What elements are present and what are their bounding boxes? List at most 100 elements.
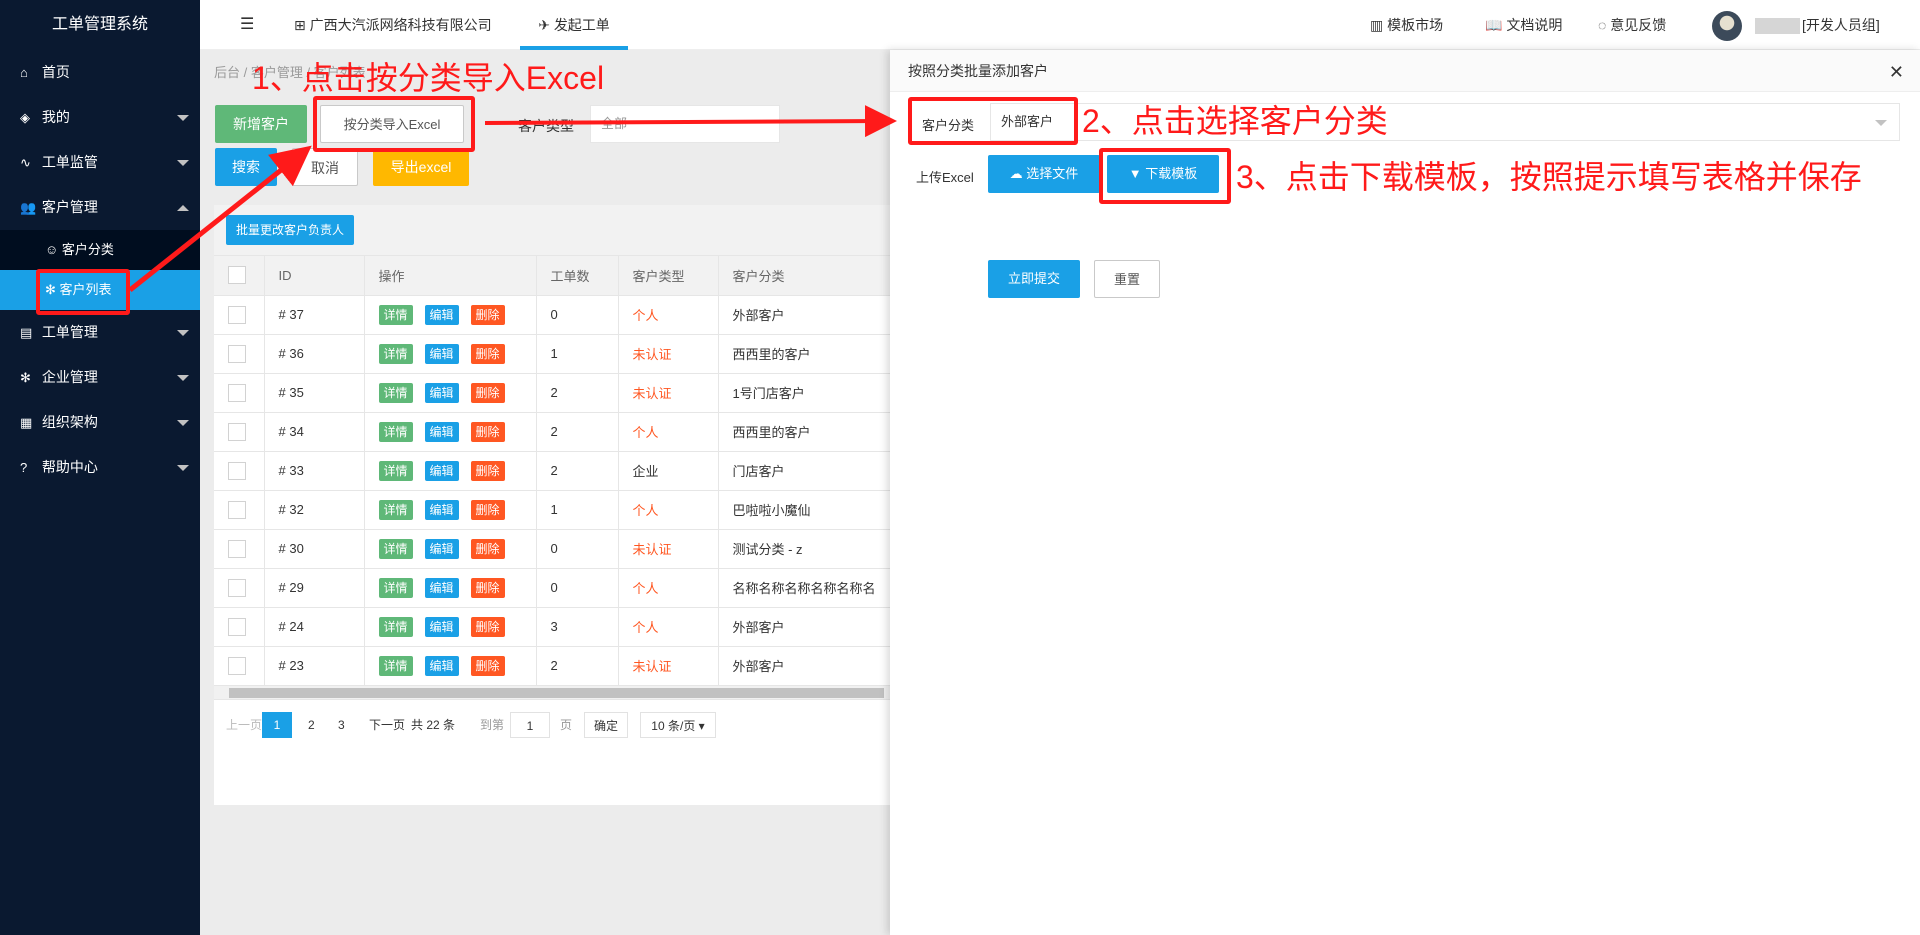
reset-button[interactable]: 重置 <box>1094 260 1160 298</box>
edit-button[interactable]: 编辑 <box>424 538 459 559</box>
delete-button[interactable]: 删除 <box>470 382 505 403</box>
goto-confirm-button[interactable]: 确定 <box>584 711 628 738</box>
delete-button[interactable]: 删除 <box>470 421 505 442</box>
page-size-select[interactable]: 10 条/页 ▾ <box>640 711 716 738</box>
annotation-step1: 1、点击按分类导入Excel <box>252 60 605 96</box>
cell-actions: 详情 编辑 删除 <box>364 451 537 491</box>
cell-count: 0 <box>536 529 619 569</box>
tab-create-workorder[interactable]: ✈ 发起工单 <box>520 0 628 50</box>
page-1[interactable]: 1 <box>262 711 292 738</box>
row-checkbox[interactable] <box>228 617 246 636</box>
sidebar-item-home[interactable]: ⌂ 首页 <box>0 50 200 95</box>
user-menu[interactable]: [开发人员组] <box>1755 0 1880 50</box>
link-template-market[interactable]: ▥ 模板市场 <box>1370 0 1443 50</box>
cell-count: 1 <box>536 334 619 374</box>
detail-button[interactable]: 详情 <box>378 655 413 676</box>
row-checkbox[interactable] <box>228 344 246 363</box>
cell-id: # 32 <box>264 490 365 530</box>
chevron-down-icon <box>177 420 189 426</box>
edit-button[interactable]: 编辑 <box>424 304 459 325</box>
sidebar-item-help[interactable]: ? 帮助中心 <box>0 445 200 490</box>
edit-button[interactable]: 编辑 <box>424 460 459 481</box>
close-icon[interactable]: ✕ <box>1889 62 1904 83</box>
delete-button[interactable]: 删除 <box>470 460 505 481</box>
detail-button[interactable]: 详情 <box>378 499 413 520</box>
link-feedback[interactable]: ◌ 意见反馈 <box>1598 0 1666 50</box>
sidebar-item-label: 企业管理 <box>41 369 98 385</box>
page-3[interactable]: 3 <box>338 700 345 750</box>
detail-button[interactable]: 详情 <box>378 460 413 481</box>
edit-button[interactable]: 编辑 <box>424 499 459 520</box>
page-2[interactable]: 2 <box>308 700 315 750</box>
row-checkbox[interactable] <box>228 422 246 441</box>
sidebar-item-customer-category[interactable]: ☺ 客户分类 <box>0 230 200 270</box>
sidebar-item-enterprise[interactable]: ✻ 企业管理 <box>0 355 200 400</box>
detail-button[interactable]: 详情 <box>378 421 413 442</box>
cell-category: 西西里的客户 <box>718 334 891 374</box>
link-label: 文档说明 <box>1506 17 1563 33</box>
row-checkbox[interactable] <box>228 305 246 324</box>
sidebar-item-monitor[interactable]: ∿ 工单监管 <box>0 140 200 185</box>
row-checkbox[interactable] <box>228 461 246 480</box>
column-header-type: 客户类型 <box>618 256 719 296</box>
cell-category: 巴啦啦小魔仙 <box>718 490 891 530</box>
edit-button[interactable]: 编辑 <box>424 616 459 637</box>
row-checkbox[interactable] <box>228 539 246 558</box>
batch-change-owner-button[interactable]: 批量更改客户负责人 <box>226 215 355 245</box>
select-all-checkbox[interactable] <box>228 266 246 285</box>
sidebar-item-customer[interactable]: 👥 客户管理 <box>0 185 200 230</box>
edit-button[interactable]: 编辑 <box>424 655 459 676</box>
delete-button[interactable]: 删除 <box>470 616 505 637</box>
column-header-count: 工单数 <box>536 256 619 296</box>
prev-page-link[interactable]: 上一页 <box>226 700 262 750</box>
cancel-button[interactable]: 取消 <box>292 148 358 186</box>
scrollbar-thumb[interactable] <box>229 687 884 698</box>
edit-button[interactable]: 编辑 <box>424 421 459 442</box>
detail-button[interactable]: 详情 <box>378 538 413 559</box>
detail-button[interactable]: 详情 <box>378 577 413 598</box>
detail-button[interactable]: 详情 <box>378 382 413 403</box>
customer-type-select[interactable]: 全部 <box>590 105 780 143</box>
row-checkbox[interactable] <box>228 383 246 402</box>
cell-count: 2 <box>536 451 619 491</box>
search-button[interactable]: 搜索 <box>215 148 277 186</box>
submit-button[interactable]: 立即提交 <box>988 260 1080 298</box>
edit-button[interactable]: 编辑 <box>424 577 459 598</box>
sidebar-item-org[interactable]: ▦ 组织架构 <box>0 400 200 445</box>
next-page-link[interactable]: 下一页 <box>369 700 405 750</box>
export-excel-button[interactable]: 导出excel <box>373 148 469 186</box>
avatar[interactable] <box>1712 11 1742 41</box>
delete-button[interactable]: 删除 <box>470 304 505 325</box>
delete-button[interactable]: 删除 <box>470 655 505 676</box>
cell-category: 西西里的客户 <box>718 412 891 452</box>
delete-button[interactable]: 删除 <box>470 538 505 559</box>
row-checkbox[interactable] <box>228 500 246 519</box>
blurred-username <box>1755 18 1800 35</box>
delete-button[interactable]: 删除 <box>470 343 505 364</box>
highlight-download-button <box>1099 148 1231 204</box>
detail-button[interactable]: 详情 <box>378 616 413 637</box>
user-role: [开发人员组] <box>1802 17 1880 33</box>
cell-category: 1号门店客户 <box>718 373 891 413</box>
company-switch[interactable]: ⊞ 广西大汽派网络科技有限公司 <box>294 0 492 50</box>
delete-button[interactable]: 删除 <box>470 577 505 598</box>
choose-file-button[interactable]: ☁ 选择文件 <box>988 155 1100 193</box>
cloud-upload-icon: ☁ <box>1009 166 1023 181</box>
row-checkbox[interactable] <box>228 578 246 597</box>
edit-button[interactable]: 编辑 <box>424 382 459 403</box>
column-header-id: ID <box>264 256 365 296</box>
row-checkbox[interactable] <box>228 656 246 675</box>
goto-page-input[interactable]: 1 <box>510 711 550 738</box>
edit-button[interactable]: 编辑 <box>424 343 459 364</box>
grid-icon: ⊞ <box>294 17 306 33</box>
sidebar-item-workorder[interactable]: ▤ 工单管理 <box>0 310 200 355</box>
menu-toggle-icon[interactable]: ☰ <box>240 0 254 50</box>
add-customer-button[interactable]: 新增客户 <box>215 105 307 143</box>
sidebar-item-mine[interactable]: ◈ 我的 <box>0 95 200 140</box>
delete-button[interactable]: 删除 <box>470 499 505 520</box>
horizontal-scrollbar[interactable] <box>214 685 890 700</box>
table-toolbar: 批量更改客户负责人 <box>214 205 890 256</box>
link-docs[interactable]: 📖 文档说明 <box>1485 0 1562 50</box>
detail-button[interactable]: 详情 <box>378 343 413 364</box>
detail-button[interactable]: 详情 <box>378 304 413 325</box>
